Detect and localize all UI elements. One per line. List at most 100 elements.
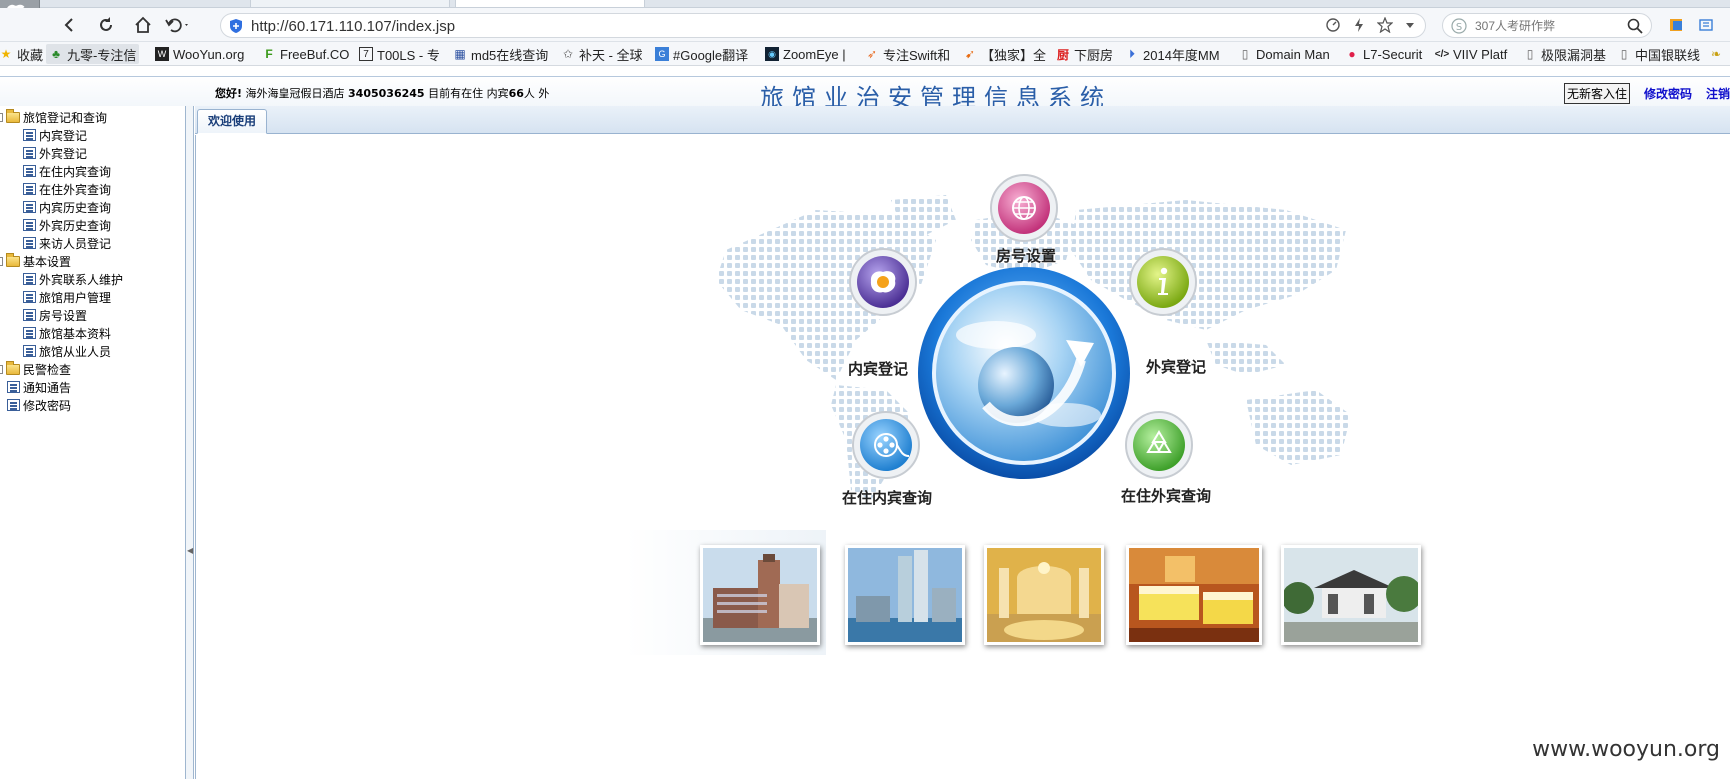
reload-button[interactable] <box>92 11 120 39</box>
tree-item-domestic-history[interactable]: 内宾历史查询 <box>23 198 111 216</box>
foreign-query-label[interactable]: 在住外宾查询 <box>1121 485 1211 506</box>
address-bar[interactable]: http://60.171.110.107/index.jsp <box>220 13 1426 38</box>
page-icon <box>7 381 20 393</box>
svg-text:S: S <box>1456 22 1462 33</box>
extension-icon[interactable] <box>1668 17 1684 33</box>
undo-icon <box>165 18 188 33</box>
bookmark-item[interactable]: ✩ 补天 - 全球 <box>558 44 646 64</box>
search-box[interactable]: S <box>1442 13 1652 38</box>
present-prefix: 目前有在住 <box>428 87 484 100</box>
tree-group-registration[interactable]: 旅馆登记和查询 <box>0 108 107 126</box>
foreign-register-shortcut[interactable] <box>1128 247 1198 317</box>
hotel-photo-skyline <box>845 545 965 645</box>
bookmark-item[interactable]: ▦ md5在线查询 <box>450 44 551 64</box>
bookmark-item[interactable]: ● L7-Securit <box>1342 44 1425 64</box>
header-actions: 无新客入住 修改密码 注销 <box>1563 83 1730 104</box>
tree-group-basic-settings[interactable]: 基本设置 <box>0 252 71 270</box>
foreign-register-label[interactable]: 外宾登记 <box>1146 356 1206 377</box>
bookmark-item[interactable]: ➶ 专注Swift和 <box>862 44 953 64</box>
tree-item-room-setup[interactable]: 房号设置 <box>23 306 87 324</box>
runner-icon: ♣ <box>52 47 60 61</box>
tree-group-police-check[interactable]: 民警检查 <box>0 360 71 378</box>
tree-item-foreign-query[interactable]: 在住外宾查询 <box>23 180 111 198</box>
speed-dial-icon[interactable] <box>1325 17 1341 33</box>
page-icon: ▯ <box>1526 47 1534 61</box>
home-icon <box>135 16 151 33</box>
bookmark-item[interactable]: ♣ 九零-专注信 <box>46 44 140 64</box>
collapse-icon[interactable] <box>0 256 3 266</box>
collapse-icon[interactable] <box>0 112 3 122</box>
room-setup-label[interactable]: 房号设置 <box>996 245 1056 266</box>
bookmark-star-icon[interactable] <box>1377 17 1393 33</box>
browser-tab[interactable] <box>250 0 450 8</box>
search-icon[interactable] <box>1627 18 1643 34</box>
collapse-arrow-icon[interactable]: ◀ <box>187 546 193 555</box>
back-button[interactable] <box>55 11 83 39</box>
search-input[interactable] <box>1475 17 1615 35</box>
logout-link[interactable]: 注销 <box>1706 85 1730 102</box>
domestic-query-shortcut[interactable] <box>851 410 921 480</box>
bookmark-item[interactable]: G #Google翻译 <box>652 44 751 64</box>
bookmark-item[interactable]: ▯ 极限漏洞基 <box>1520 44 1609 64</box>
url-text[interactable]: http://60.171.110.107/index.jsp <box>251 18 455 35</box>
freebuf-icon: F <box>265 47 273 61</box>
folder-icon <box>6 360 20 375</box>
hotel-code: 3405036245 <box>348 87 425 100</box>
change-password-link[interactable]: 修改密码 <box>1644 85 1692 102</box>
hotel-room-image <box>1129 548 1259 642</box>
bookmark-item[interactable]: ⏵ 2014年度MM <box>1122 44 1223 64</box>
undo-close-button[interactable] <box>164 11 192 39</box>
tree-item-visitor-register[interactable]: 来访人员登记 <box>23 234 111 252</box>
browser-tab-active[interactable] <box>455 0 645 8</box>
code-icon: </> <box>1434 48 1450 60</box>
bookmark-item[interactable]: 7 T00LS - 专 <box>356 44 443 64</box>
extension-menu-icon[interactable] <box>1698 17 1714 33</box>
foreign-query-shortcut[interactable] <box>1124 410 1194 480</box>
hotel-name: 海外海皇冠假日酒店 <box>245 87 345 100</box>
hotel-building-image <box>703 548 817 642</box>
hotel-lobby-image <box>987 548 1101 642</box>
reload-icon <box>100 17 112 31</box>
tree-item-staff[interactable]: 旅馆从业人员 <box>23 342 111 360</box>
navigation-tree: 旅馆登记和查询 内宾登记 外宾登记 在住内宾查询 在住外宾查询 内宾历史查询 外… <box>0 106 186 779</box>
tree-item-foreign-history[interactable]: 外宾历史查询 <box>23 216 111 234</box>
domestic-query-label[interactable]: 在住内宾查询 <box>842 487 932 508</box>
bookmarks-overflow[interactable]: ❧ <box>1706 44 1726 64</box>
star-icon: ★ <box>0 47 12 61</box>
tree-item-domestic-query[interactable]: 在住内宾查询 <box>23 162 111 180</box>
tree-item-foreign-contact[interactable]: 外宾联系人维护 <box>23 270 123 288</box>
tree-item-domestic-register[interactable]: 内宾登记 <box>23 126 87 144</box>
collapse-icon[interactable] <box>0 364 3 374</box>
bookmark-item[interactable]: F FreeBuf.CO <box>259 44 352 64</box>
room-setup-shortcut[interactable] <box>989 173 1059 243</box>
bookmark-item[interactable]: ➹ 【独家】全 <box>960 44 1049 64</box>
page-icon <box>23 291 36 303</box>
page-icon <box>23 309 36 321</box>
tree-item-notices[interactable]: 通知通告 <box>7 378 71 396</box>
tree-item-change-password[interactable]: 修改密码 <box>7 396 71 414</box>
bird-icon: ➹ <box>964 47 976 61</box>
bookmark-favorites[interactable]: ★ 收藏 <box>0 44 46 64</box>
lightning-icon[interactable] <box>1353 17 1365 33</box>
domestic-register-label[interactable]: 内宾登记 <box>848 358 908 379</box>
dropdown-arrow-icon[interactable] <box>1405 17 1415 33</box>
no-new-guest-button[interactable]: 无新客入住 <box>1563 83 1630 104</box>
bookmark-item[interactable]: ◉ ZoomEye | <box>762 44 849 64</box>
bookmark-item[interactable]: ▯ Domain Man <box>1235 44 1333 64</box>
bookmark-item[interactable]: ▯ 中国银联线 <box>1614 44 1703 64</box>
page-icon <box>23 273 36 285</box>
bookmark-item[interactable]: </> VIIV Platf <box>1432 44 1510 64</box>
globe-icon <box>990 174 1058 242</box>
bookmark-item[interactable]: W WooYun.org <box>152 44 247 64</box>
center-globe-graphic <box>918 267 1130 479</box>
panel-splitter[interactable]: ◀ <box>186 106 194 779</box>
domestic-register-shortcut[interactable] <box>848 247 918 317</box>
bookmark-item[interactable]: 厨 下厨房 <box>1053 44 1116 64</box>
home-button[interactable] <box>129 11 157 39</box>
page-icon: ▯ <box>1241 47 1249 61</box>
tree-item-foreign-register[interactable]: 外宾登记 <box>23 144 87 162</box>
tree-item-user-management[interactable]: 旅馆用户管理 <box>23 288 111 306</box>
tree-item-hotel-info[interactable]: 旅馆基本资料 <box>23 324 111 342</box>
tab-welcome[interactable]: 欢迎使用 <box>197 109 268 134</box>
greeting-hello: 您好! <box>215 87 243 100</box>
